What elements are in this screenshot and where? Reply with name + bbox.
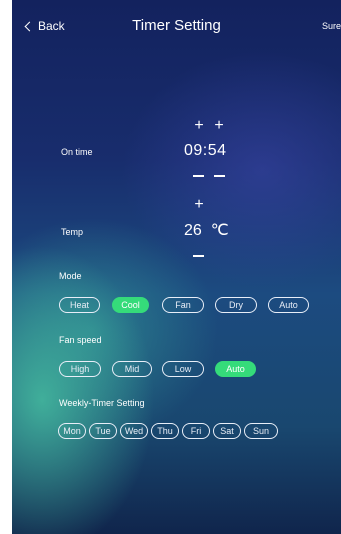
temp-unit: ℃: [210, 222, 229, 239]
day-wed-button[interactable]: Wed: [120, 423, 148, 439]
hour-plus-icon[interactable]: +: [192, 118, 206, 134]
on-time-value: 09:54: [184, 142, 227, 159]
minute-plus-icon[interactable]: +: [212, 118, 226, 134]
mode-heat-button[interactable]: Heat: [59, 297, 100, 313]
hour-minus-icon[interactable]: [193, 175, 204, 177]
timer-setting-screen: Back Timer Setting Sure On time + + 09:5…: [12, 0, 341, 534]
fan-low-button[interactable]: Low: [162, 361, 204, 377]
mode-auto-button[interactable]: Auto: [268, 297, 309, 313]
temp-plus-icon[interactable]: +: [192, 197, 206, 213]
fan-high-button[interactable]: High: [59, 361, 101, 377]
sure-button[interactable]: Sure: [322, 21, 341, 31]
on-time-hour: 09: [184, 142, 203, 159]
on-time-label: On time: [61, 147, 93, 157]
day-sun-button[interactable]: Sun: [244, 423, 278, 439]
fan-auto-button[interactable]: Auto: [215, 361, 256, 377]
fan-speed-label: Fan speed: [59, 335, 102, 345]
mode-dry-button[interactable]: Dry: [215, 297, 257, 313]
day-tue-button[interactable]: Tue: [89, 423, 117, 439]
page-title: Timer Setting: [132, 17, 221, 34]
header-bar: Back Timer Setting Sure: [12, 0, 341, 56]
day-thu-button[interactable]: Thu: [151, 423, 179, 439]
mode-label: Mode: [59, 271, 82, 281]
fan-mid-button[interactable]: Mid: [112, 361, 152, 377]
mode-fan-button[interactable]: Fan: [162, 297, 204, 313]
temp-value: 26 ℃: [184, 220, 229, 240]
day-sat-button[interactable]: Sat: [213, 423, 241, 439]
minute-minus-icon[interactable]: [214, 175, 225, 177]
mode-cool-button[interactable]: Cool: [112, 297, 149, 313]
day-fri-button[interactable]: Fri: [182, 423, 210, 439]
on-time-minute: 54: [207, 142, 227, 159]
temp-label: Temp: [61, 227, 84, 237]
weekly-timer-label: Weekly-Timer Setting: [59, 398, 145, 408]
temp-number: 26: [184, 222, 202, 239]
temp-minus-icon[interactable]: [193, 255, 204, 257]
day-mon-button[interactable]: Mon: [58, 423, 86, 439]
